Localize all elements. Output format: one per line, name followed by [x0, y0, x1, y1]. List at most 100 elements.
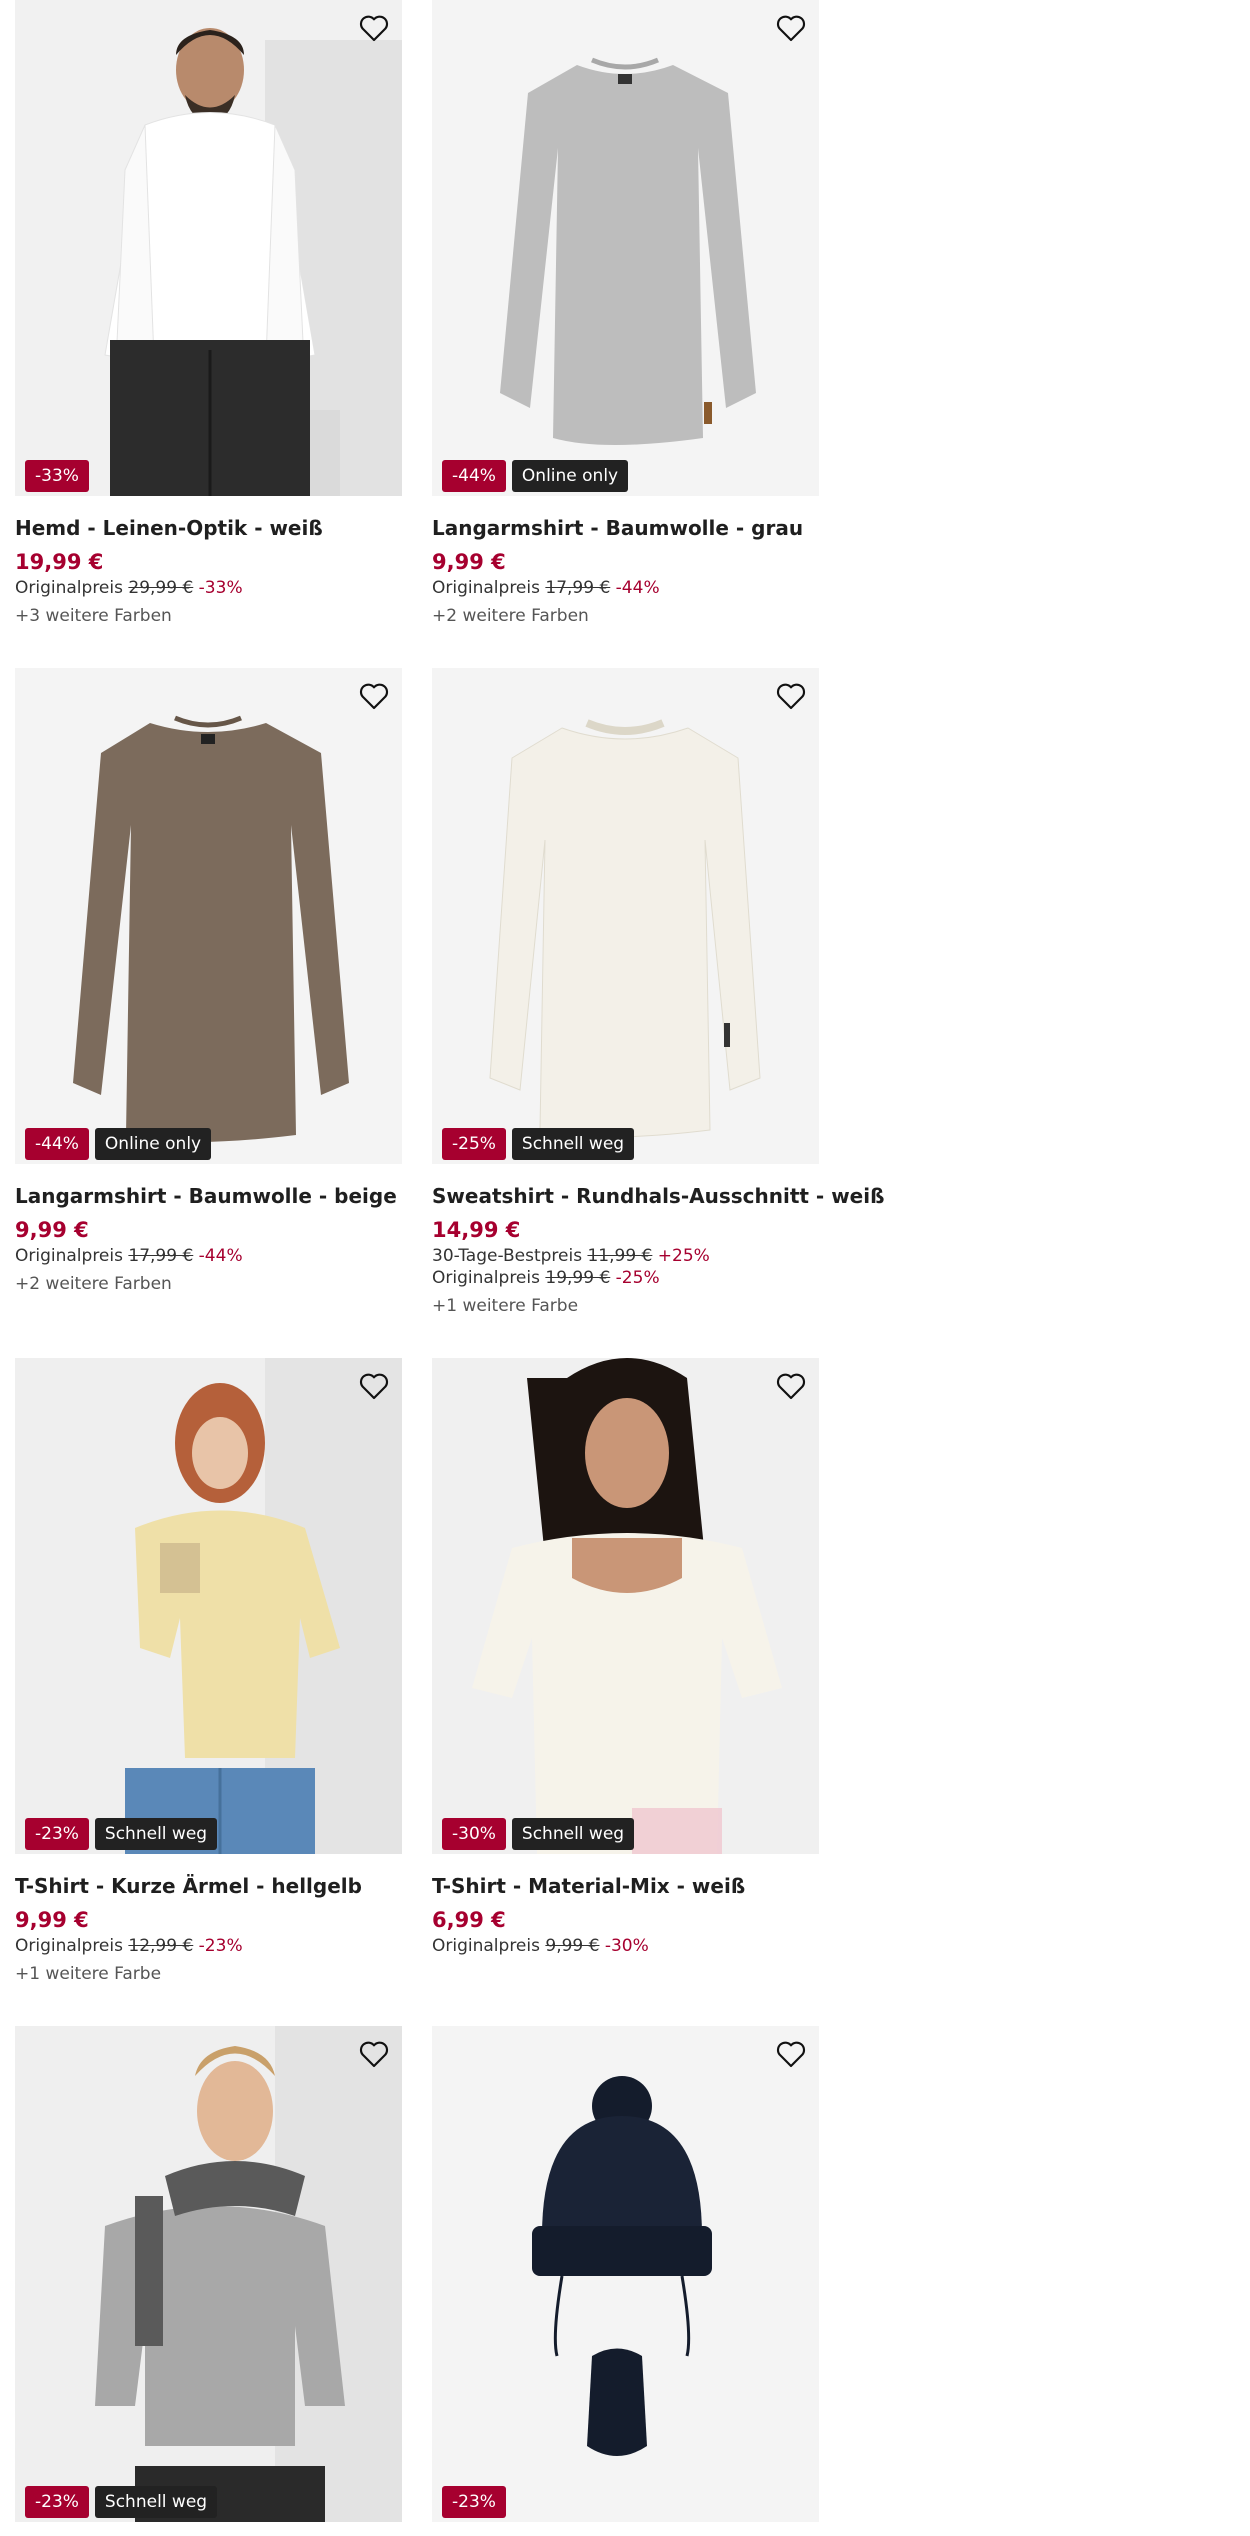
old-price: 12,99 € — [128, 1936, 194, 1956]
selling-fast-badge: Schnell weg — [511, 1128, 635, 1160]
online-only-badge: Online only — [94, 1128, 212, 1160]
product-title[interactable]: Sweatshirt - Rundhals-Ausschnitt - weiß — [432, 1184, 884, 1208]
product-image[interactable]: -44% Online only — [15, 668, 402, 1164]
price-history-line: 30-Tage-Bestpreis 11,99 € +25% — [432, 1246, 819, 1266]
product-card[interactable]: -25% Schnell weg Sweatshirt - Rundhals-A… — [432, 668, 884, 1316]
product-card[interactable]: -23% Schnell weg T-Shirt - Kurze Ärmel -… — [15, 1358, 402, 1984]
product-photo — [15, 1358, 402, 1854]
product-price: 14,99 € — [432, 1218, 521, 1242]
heart-outline-icon — [359, 683, 389, 710]
wishlist-button[interactable] — [773, 2036, 809, 2072]
price-change: +25% — [657, 1246, 710, 1266]
product-price: 19,99 € — [15, 550, 104, 574]
old-price: 9,99 € — [545, 1936, 600, 1956]
product-card[interactable]: -30% Schnell weg T-Shirt - Material-Mix … — [432, 1358, 819, 1956]
badge-row: -33% — [25, 460, 89, 492]
more-colors-link[interactable]: +2 weitere Farben — [15, 1274, 402, 1294]
selling-fast-badge: Schnell weg — [94, 1818, 218, 1850]
price-change: -30% — [604, 1936, 649, 1956]
badge-row: -23% Schnell weg — [25, 2486, 218, 2518]
more-colors-link[interactable]: +3 weitere Farben — [15, 606, 402, 626]
heart-outline-icon — [776, 683, 806, 710]
heart-outline-icon — [776, 2041, 806, 2068]
product-price: 9,99 € — [432, 550, 506, 574]
product-image[interactable]: -30% Schnell weg — [432, 1358, 819, 1854]
product-card[interactable]: -23% Schnell weg — [15, 2026, 402, 2522]
discount-badge: -25% — [442, 1128, 506, 1160]
discount-badge: -23% — [442, 2486, 506, 2518]
product-title[interactable]: T-Shirt - Material-Mix - weiß — [432, 1874, 819, 1898]
selling-fast-badge: Schnell weg — [94, 2486, 218, 2518]
wishlist-button[interactable] — [356, 678, 392, 714]
price-label: Originalpreis — [432, 1268, 540, 1288]
price-history-line: Originalpreis 17,99 € -44% — [15, 1246, 402, 1266]
old-price: 17,99 € — [545, 578, 611, 598]
wishlist-button[interactable] — [356, 10, 392, 46]
heart-outline-icon — [359, 1373, 389, 1400]
badge-row: -23% — [442, 2486, 506, 2518]
product-price: 6,99 € — [432, 1908, 506, 1932]
product-image[interactable]: -44% Online only — [432, 0, 819, 496]
discount-badge: -44% — [442, 460, 506, 492]
product-card[interactable]: -23% — [432, 2026, 819, 2522]
price-history-line: Originalpreis 19,99 € -25% — [432, 1268, 819, 1288]
wishlist-button[interactable] — [773, 678, 809, 714]
selling-fast-badge: Schnell weg — [511, 1818, 635, 1850]
online-only-badge: Online only — [511, 460, 629, 492]
product-photo — [15, 668, 402, 1164]
product-photo — [15, 2026, 402, 2522]
price-label: 30-Tage-Bestpreis — [432, 1246, 583, 1266]
price-history-line: Originalpreis 9,99 € -30% — [432, 1936, 819, 1956]
badge-row: -25% Schnell weg — [442, 1128, 635, 1160]
wishlist-button[interactable] — [356, 1368, 392, 1404]
wishlist-button[interactable] — [773, 1368, 809, 1404]
product-card[interactable]: -33% Hemd - Leinen-Optik - weiß 19,99 € … — [15, 0, 402, 626]
product-title[interactable]: Langarmshirt - Baumwolle - grau — [432, 516, 819, 540]
more-colors-link[interactable]: +1 weitere Farbe — [432, 1296, 819, 1316]
heart-outline-icon — [776, 1373, 806, 1400]
wishlist-button[interactable] — [773, 10, 809, 46]
discount-badge: -44% — [25, 1128, 89, 1160]
badge-row: -44% Online only — [25, 1128, 212, 1160]
price-label: Originalpreis — [15, 1936, 123, 1956]
old-price: 29,99 € — [128, 578, 194, 598]
price-history-line: Originalpreis 29,99 € -33% — [15, 578, 402, 598]
price-change: -44% — [615, 578, 660, 598]
discount-badge: -33% — [25, 460, 89, 492]
product-photo — [432, 668, 819, 1164]
product-image[interactable]: -23% Schnell weg — [15, 1358, 402, 1854]
product-card[interactable]: -44% Online only Langarmshirt - Baumwoll… — [432, 0, 819, 626]
discount-badge: -23% — [25, 2486, 89, 2518]
product-photo — [432, 0, 819, 496]
product-price: 9,99 € — [15, 1908, 89, 1932]
more-colors-link[interactable]: +2 weitere Farben — [432, 606, 819, 626]
product-photo — [432, 2026, 819, 2522]
product-image[interactable]: -23% — [432, 2026, 819, 2522]
wishlist-button[interactable] — [356, 2036, 392, 2072]
price-history-line: Originalpreis 17,99 € -44% — [432, 578, 819, 598]
price-change: -23% — [198, 1936, 243, 1956]
heart-outline-icon — [359, 2041, 389, 2068]
product-photo — [432, 1358, 819, 1854]
badge-row: -44% Online only — [442, 460, 629, 492]
badge-row: -30% Schnell weg — [442, 1818, 635, 1850]
product-image[interactable]: -23% Schnell weg — [15, 2026, 402, 2522]
product-image[interactable]: -25% Schnell weg — [432, 668, 819, 1164]
price-label: Originalpreis — [432, 578, 540, 598]
price-label: Originalpreis — [15, 578, 123, 598]
price-history-line: Originalpreis 12,99 € -23% — [15, 1936, 402, 1956]
discount-badge: -23% — [25, 1818, 89, 1850]
price-change: -25% — [615, 1268, 660, 1288]
price-change: -44% — [198, 1246, 243, 1266]
product-price: 9,99 € — [15, 1218, 89, 1242]
product-title[interactable]: Hemd - Leinen-Optik - weiß — [15, 516, 402, 540]
product-image[interactable]: -33% — [15, 0, 402, 496]
product-title[interactable]: T-Shirt - Kurze Ärmel - hellgelb — [15, 1874, 402, 1898]
heart-outline-icon — [359, 15, 389, 42]
more-colors-link[interactable]: +1 weitere Farbe — [15, 1964, 402, 1984]
product-card[interactable]: -44% Online only Langarmshirt - Baumwoll… — [15, 668, 402, 1294]
product-photo — [15, 0, 402, 496]
product-title[interactable]: Langarmshirt - Baumwolle - beige — [15, 1184, 402, 1208]
discount-badge: -30% — [442, 1818, 506, 1850]
heart-outline-icon — [776, 15, 806, 42]
